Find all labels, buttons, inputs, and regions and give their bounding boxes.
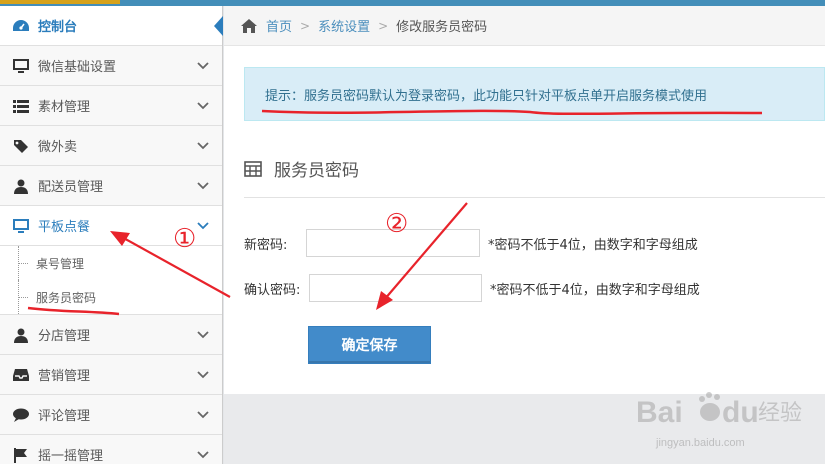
sidebar-item-tablet-order[interactable]: 平板点餐 — [0, 206, 222, 246]
watermark-brand: Bai — [636, 396, 683, 429]
sidebar-item-wechat-settings[interactable]: 微信基础设置 — [0, 46, 222, 86]
submenu-tablet-order: 桌号管理 服务员密码 — [0, 246, 222, 315]
sidebar-item-label: 分店管理 — [38, 329, 91, 344]
sidebar-item-label: 素材管理 — [38, 100, 91, 115]
brand-strip — [0, 0, 120, 4]
list-icon — [10, 97, 32, 115]
breadcrumb-home-link[interactable]: 首页 — [266, 16, 292, 35]
chevron-down-icon — [197, 222, 209, 230]
user-icon — [10, 326, 32, 344]
breadcrumb-system-settings-link[interactable]: 系统设置 — [318, 16, 370, 35]
breadcrumb-separator-icon: > — [378, 18, 389, 33]
new-password-row: 新密码: *密码不低于4位，由数字和字母组成 — [244, 229, 698, 257]
sidebar-item-label: 微外卖 — [38, 140, 78, 155]
dashboard-icon — [10, 17, 32, 35]
baidu-watermark: Bai du 经验 jingyan.baidu.com — [636, 392, 802, 449]
chevron-down-icon — [197, 451, 209, 459]
sidebar-item-comments[interactable]: 评论管理 — [0, 395, 222, 435]
chevron-down-icon — [197, 182, 209, 190]
chevron-down-icon — [197, 102, 209, 110]
confirm-password-row: 确认密码: *密码不低于4位，由数字和字母组成 — [244, 274, 700, 302]
sidebar-item-label: 评论管理 — [38, 409, 91, 424]
section-title: 服务员密码 — [244, 156, 359, 181]
page-title: 服务员密码 — [274, 161, 359, 181]
main-content: 首页 > 系统设置 > 修改服务员密码 提示：服务员密码默认为登录密码，此功能只… — [224, 6, 825, 394]
watermark-url: jingyan.baidu.com — [655, 437, 745, 449]
sidebar-item-label: 配送员管理 — [38, 180, 104, 195]
confirm-password-label: 确认密码: — [244, 282, 301, 298]
sidebar-item-label: 微信基础设置 — [38, 60, 117, 75]
desktop-icon — [10, 57, 32, 75]
sidebar-item-materials[interactable]: 素材管理 — [0, 86, 222, 126]
new-password-label: 新密码: — [244, 237, 288, 253]
flag-icon — [10, 446, 32, 464]
sidebar-item-shake[interactable]: 摇一摇管理 — [0, 435, 222, 464]
section-divider — [244, 197, 825, 198]
breadcrumb: 首页 > 系统设置 > 修改服务员密码 — [224, 6, 825, 46]
sidebar-item-dashboard[interactable]: 控制台 — [0, 6, 223, 46]
watermark-brand-2: du — [722, 396, 759, 429]
confirm-password-input[interactable] — [309, 274, 482, 302]
sidebar-item-label: 平板点餐 — [38, 220, 91, 235]
breadcrumb-current: 修改服务员密码 — [396, 20, 488, 35]
chevron-down-icon — [197, 371, 209, 379]
table-icon — [244, 160, 262, 177]
desktop-icon — [10, 217, 32, 235]
new-password-hint: *密码不低于4位，由数字和字母组成 — [488, 237, 698, 253]
sidebar-item-takeout[interactable]: 微外卖 — [0, 126, 222, 166]
sidebar-item-label: 营销管理 — [38, 369, 91, 384]
sidebar-item-branch[interactable]: 分店管理 — [0, 315, 222, 355]
watermark-suffix: 经验 — [758, 401, 802, 426]
comment-icon — [10, 406, 32, 424]
sidebar-subitem-table-number[interactable]: 桌号管理 — [0, 246, 222, 280]
user-icon — [10, 177, 32, 195]
sidebar-item-label: 摇一摇管理 — [38, 449, 104, 464]
chevron-down-icon — [197, 331, 209, 339]
paw-icon — [699, 392, 720, 421]
chevron-down-icon — [197, 62, 209, 70]
confirm-password-hint: *密码不低于4位，由数字和字母组成 — [490, 282, 700, 298]
tag-icon — [10, 137, 32, 155]
chevron-down-icon — [197, 142, 209, 150]
sidebar-item-marketing[interactable]: 营销管理 — [0, 355, 222, 395]
chevron-down-icon — [197, 411, 209, 419]
home-icon — [241, 18, 257, 33]
breadcrumb-separator-icon: > — [300, 18, 311, 33]
sidebar: 控制台 微信基础设置 素材管理 微外卖 配送员管理 平板点餐 桌号管理 服务员密… — [0, 6, 223, 464]
save-button[interactable]: 确定保存 — [308, 326, 431, 364]
sidebar-item-label: 控制台 — [38, 20, 78, 35]
new-password-input[interactable] — [306, 229, 480, 257]
sidebar-subitem-waiter-password[interactable]: 服务员密码 — [0, 280, 222, 314]
info-alert: 提示：服务员密码默认为登录密码，此功能只针对平板点单开启服务模式使用 — [244, 67, 825, 121]
inbox-icon — [10, 366, 32, 384]
sidebar-item-courier[interactable]: 配送员管理 — [0, 166, 222, 206]
